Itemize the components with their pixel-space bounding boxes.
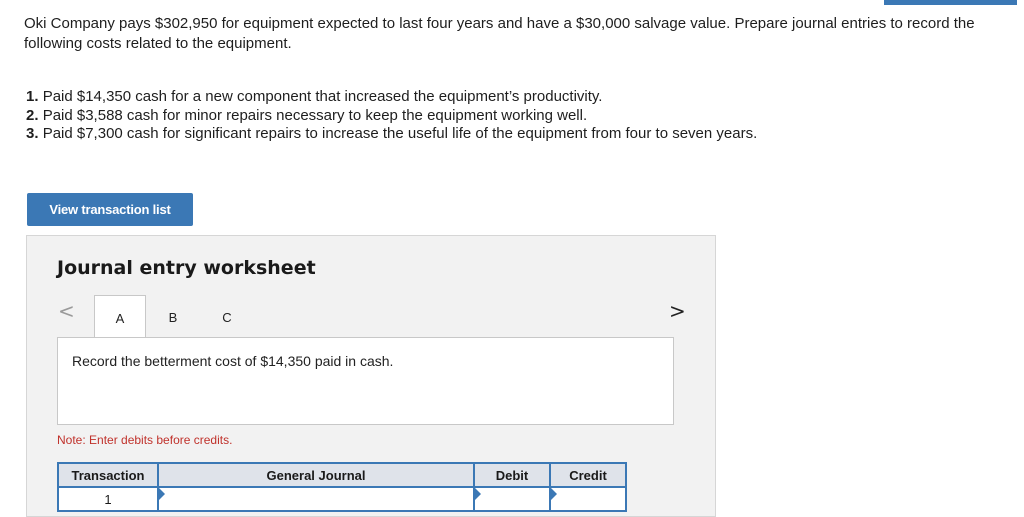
cell-marker-icon bbox=[475, 488, 481, 500]
cell-marker-icon bbox=[159, 488, 165, 500]
requirement-item: 1. Paid $14,350 cash for a new component… bbox=[26, 88, 603, 105]
table-header-row: Transaction General Journal Debit Credit bbox=[57, 462, 627, 488]
requirement-item: 3. Paid $7,300 cash for significant repa… bbox=[26, 125, 758, 142]
tab-a[interactable]: A bbox=[94, 295, 146, 340]
requirements-list: 1. Paid $14,350 cash for a new component… bbox=[26, 88, 757, 144]
general-journal-cell[interactable] bbox=[157, 486, 475, 512]
requirement-item: 2. Paid $3,588 cash for minor repairs ne… bbox=[26, 106, 588, 124]
col-credit: Credit bbox=[549, 462, 627, 488]
tab-b[interactable]: B bbox=[161, 295, 185, 339]
col-transaction: Transaction bbox=[57, 462, 159, 488]
col-general-journal: General Journal bbox=[157, 462, 475, 488]
problem-intro: Oki Company pays $302,950 for equipment … bbox=[24, 15, 975, 52]
tab-c[interactable]: C bbox=[215, 295, 239, 339]
note-text: Note: Enter debits before credits. bbox=[57, 433, 233, 447]
view-transaction-list-button[interactable]: View transaction list bbox=[27, 193, 193, 226]
journal-entry-worksheet: Journal entry worksheet < A B C > Record… bbox=[26, 235, 716, 517]
transaction-cell: 1 bbox=[57, 486, 159, 512]
col-debit: Debit bbox=[473, 462, 551, 488]
prompt-box: Record the betterment cost of $14,350 pa… bbox=[57, 337, 674, 425]
credit-cell[interactable] bbox=[549, 486, 627, 512]
journal-table: Transaction General Journal Debit Credit… bbox=[57, 462, 627, 512]
table-row: 1 bbox=[57, 486, 627, 512]
chevron-right-icon[interactable]: > bbox=[669, 299, 686, 323]
chevron-left-icon[interactable]: < bbox=[58, 299, 75, 323]
debit-cell[interactable] bbox=[473, 486, 551, 512]
top-button-edge[interactable] bbox=[884, 0, 1017, 5]
worksheet-title: Journal entry worksheet bbox=[57, 257, 316, 279]
prompt-text: Record the betterment cost of $14,350 pa… bbox=[72, 353, 394, 369]
cell-marker-icon bbox=[551, 488, 557, 500]
